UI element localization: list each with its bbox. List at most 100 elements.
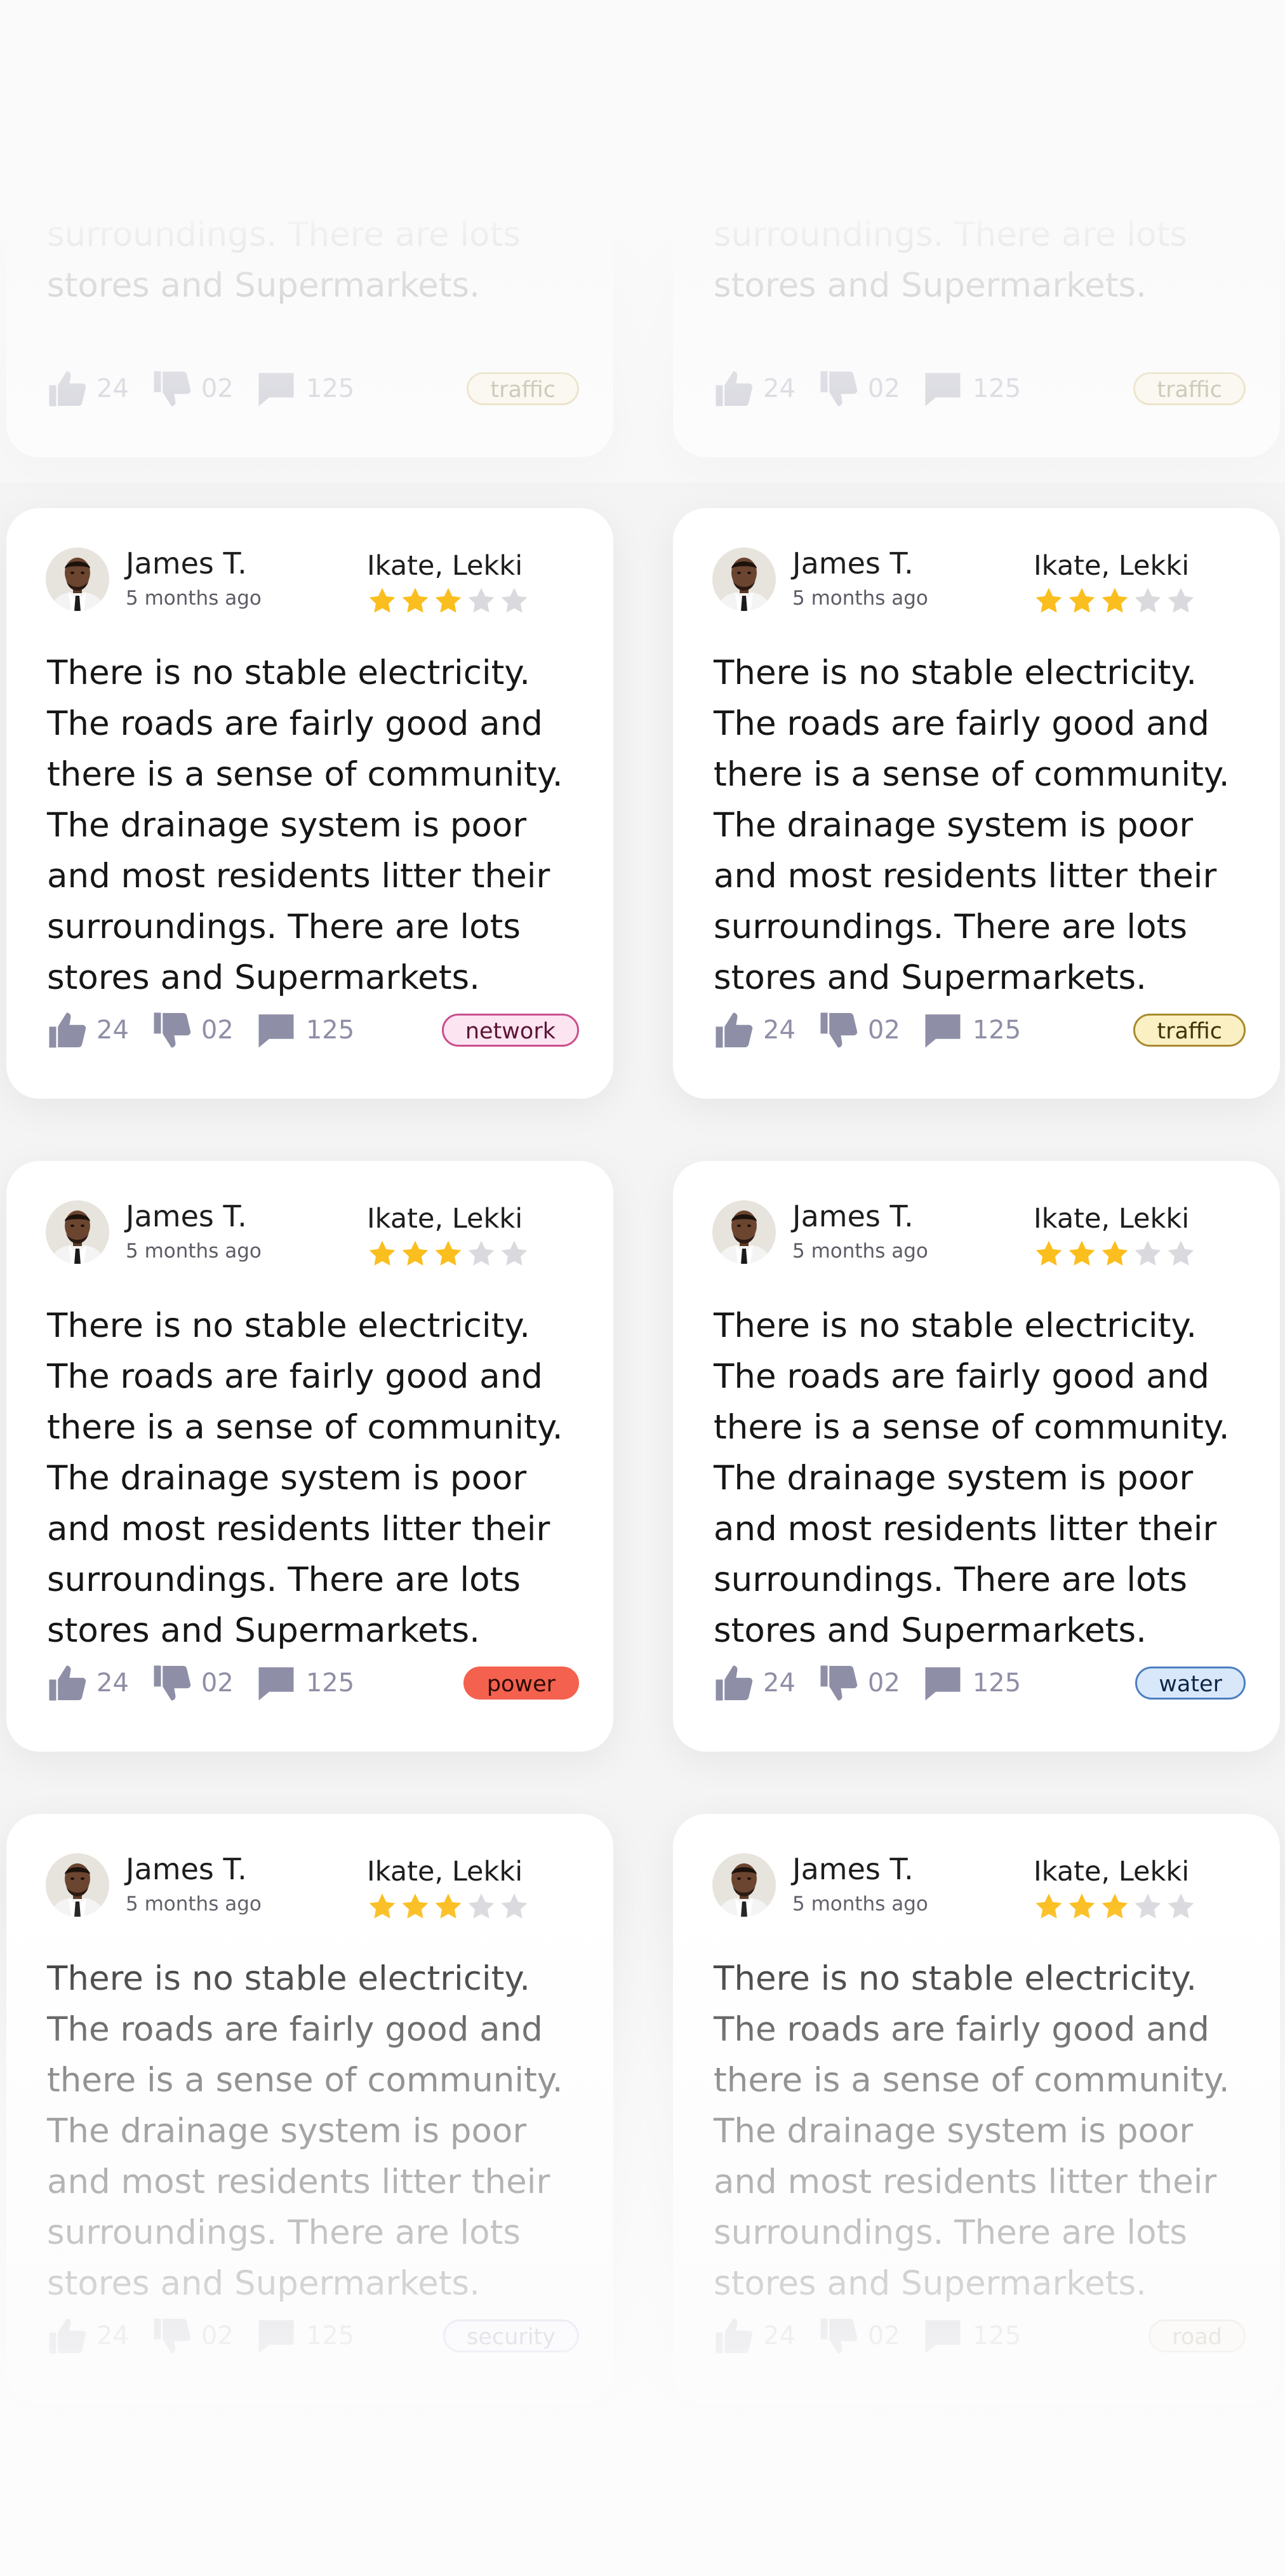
category-tag[interactable]: traffic xyxy=(467,372,579,405)
comment-button[interactable]: 125 xyxy=(922,1662,1021,1704)
review-text-line: there is a sense of community. xyxy=(47,1408,563,1447)
star-filled-icon xyxy=(433,1891,463,1922)
review-text-line: stores and Supermarkets. xyxy=(714,1611,1147,1650)
review-text-line: There is no stable electricity. xyxy=(47,1959,531,1998)
review-location: Ikate, Lekki xyxy=(367,550,523,582)
dislike-button[interactable]: 02 xyxy=(150,368,234,410)
comment-button[interactable]: 125 xyxy=(255,2315,354,2357)
avatar[interactable] xyxy=(712,1200,776,1264)
comment-button[interactable]: 125 xyxy=(922,1009,1021,1051)
review-text-line: The roads are fairly good and xyxy=(47,2010,543,2049)
dislike-button[interactable]: 02 xyxy=(817,1009,900,1051)
review-text-line: The drainage system is poor xyxy=(47,1459,527,1498)
dislike-button[interactable]: 02 xyxy=(817,2315,900,2357)
comment-button[interactable]: 125 xyxy=(922,368,1021,410)
like-count: 24 xyxy=(97,1668,129,1698)
star-filled-icon xyxy=(400,1891,430,1922)
avatar[interactable] xyxy=(46,547,109,611)
star-empty-icon xyxy=(499,586,529,616)
review-card[interactable]: James T. 5 months ago Ikate, Lekki There… xyxy=(6,1814,613,2405)
category-tag[interactable]: traffic xyxy=(1133,1014,1246,1047)
review-card[interactable]: James T. 5 months ago Ikate, Lekki There… xyxy=(673,1814,1280,2405)
star-empty-icon xyxy=(1133,1238,1163,1269)
dislike-count: 02 xyxy=(201,1668,234,1698)
star-filled-icon xyxy=(1100,1891,1130,1922)
review-body: There is no stable electricity. The roads… xyxy=(47,1954,593,2309)
review-text-line: stores and Supermarkets. xyxy=(47,2264,480,2303)
review-actions: 24 02 125 xyxy=(46,1663,376,1703)
review-text-line: There is no stable electricity. xyxy=(47,654,531,692)
review-text-line: stores and Supermarkets. xyxy=(714,266,1147,305)
like-button[interactable]: 24 xyxy=(712,2315,796,2357)
dislike-count: 02 xyxy=(201,1016,234,1045)
thumbs-down-icon xyxy=(150,368,201,410)
category-tag[interactable]: road xyxy=(1149,2319,1246,2352)
like-button[interactable]: 24 xyxy=(46,368,129,410)
dislike-button[interactable]: 02 xyxy=(150,1662,234,1704)
avatar[interactable] xyxy=(46,1200,109,1264)
review-card[interactable]: James T. 5 months ago Ikate, Lekki There… xyxy=(6,508,613,1099)
dislike-button[interactable]: 02 xyxy=(150,1009,234,1051)
review-time: 5 months ago xyxy=(126,1240,262,1263)
like-button[interactable]: 24 xyxy=(712,1009,796,1051)
dislike-button[interactable]: 02 xyxy=(817,368,900,410)
like-button[interactable]: 24 xyxy=(712,1662,796,1704)
review-card[interactable]: James T. 5 months ago Ikate, Lekki surro… xyxy=(673,0,1280,457)
category-tag[interactable]: water xyxy=(1135,1667,1246,1700)
comment-button[interactable]: 125 xyxy=(255,1662,354,1704)
review-card[interactable]: James T. 5 months ago Ikate, Lekki surro… xyxy=(6,0,613,457)
dislike-button[interactable]: 02 xyxy=(817,1662,900,1704)
review-location: Ikate, Lekki xyxy=(1034,1203,1190,1235)
review-body: surroundings. There are lots stores and S… xyxy=(714,6,1260,311)
thumbs-up-icon xyxy=(712,2315,763,2357)
review-time: 5 months ago xyxy=(126,587,262,610)
review-actions: 24 02 125 xyxy=(712,2316,1042,2356)
thumbs-down-icon xyxy=(150,1662,201,1704)
dislike-button[interactable]: 02 xyxy=(150,2315,234,2357)
review-text-line: The roads are fairly good and xyxy=(714,2010,1209,2049)
review-text-line: and most residents litter their xyxy=(47,1510,550,1548)
like-count: 24 xyxy=(763,374,796,403)
avatar[interactable] xyxy=(46,1853,109,1917)
comment-button[interactable]: 125 xyxy=(255,1009,354,1051)
category-tag[interactable]: network xyxy=(441,1014,579,1047)
comment-count: 125 xyxy=(305,1668,355,1698)
comment-count: 125 xyxy=(972,1016,1022,1045)
review-text-line: surroundings. There are lots xyxy=(47,215,521,254)
review-actions: 24 02 125 xyxy=(46,368,376,409)
review-card[interactable]: James T. 5 months ago Ikate, Lekki There… xyxy=(673,1161,1280,1752)
reviewer-name: James T. xyxy=(126,1199,247,1233)
review-text-line xyxy=(714,159,1260,210)
review-time: 5 months ago xyxy=(792,1893,928,1915)
avatar[interactable] xyxy=(712,547,776,611)
comment-button[interactable]: 125 xyxy=(255,368,354,410)
review-text-line: and most residents litter their xyxy=(47,2163,550,2201)
review-body: There is no stable electricity. The roads… xyxy=(714,1301,1260,1656)
like-button[interactable]: 24 xyxy=(46,2315,129,2357)
avatar[interactable] xyxy=(712,1853,776,1917)
reviewer-name: James T. xyxy=(792,1199,914,1233)
star-filled-icon xyxy=(433,1238,463,1269)
category-tag[interactable]: traffic xyxy=(1133,372,1246,405)
review-text-line: and most residents litter their xyxy=(714,1510,1217,1548)
review-card[interactable]: James T. 5 months ago Ikate, Lekki There… xyxy=(6,1161,613,1752)
like-count: 24 xyxy=(763,1016,796,1045)
thumbs-up-icon xyxy=(46,1009,97,1051)
like-button[interactable]: 24 xyxy=(46,1662,129,1704)
star-empty-icon xyxy=(1166,1238,1196,1269)
review-text-line xyxy=(47,159,593,210)
category-tag[interactable]: security xyxy=(443,2319,579,2352)
dislike-count: 02 xyxy=(867,1016,900,1045)
review-card[interactable]: James T. 5 months ago Ikate, Lekki There… xyxy=(673,508,1280,1099)
star-empty-icon xyxy=(466,586,496,616)
comment-icon xyxy=(255,2315,306,2357)
star-filled-icon xyxy=(400,586,430,616)
like-count: 24 xyxy=(97,1016,129,1045)
category-tag[interactable]: power xyxy=(463,1667,579,1700)
like-button[interactable]: 24 xyxy=(712,368,796,410)
review-text-line xyxy=(714,108,1260,159)
comment-count: 125 xyxy=(305,2321,355,2351)
comment-button[interactable]: 125 xyxy=(922,2315,1021,2357)
like-button[interactable]: 24 xyxy=(46,1009,129,1051)
review-feed: James T. 5 months ago Ikate, Lekki surro… xyxy=(0,0,1285,2576)
